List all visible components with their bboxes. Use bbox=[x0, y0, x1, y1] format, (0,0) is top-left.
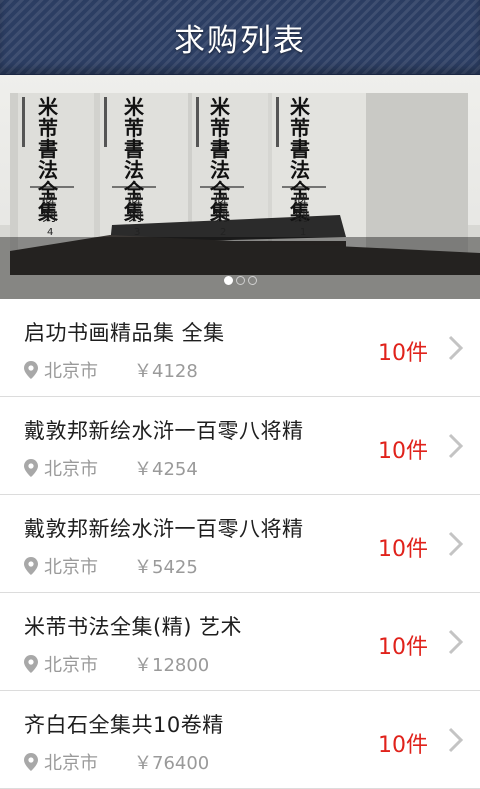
book3-subtitle: 碑刻 bbox=[128, 193, 142, 225]
carousel-dot-2[interactable] bbox=[235, 276, 245, 285]
item-title: 戴敦邦新绘水浒一百零八将精 bbox=[24, 517, 304, 541]
book2-subtitle: 碑刻 bbox=[214, 193, 228, 225]
item-price: ￥76400 bbox=[134, 753, 210, 774]
chevron-right-icon bbox=[448, 335, 464, 361]
location-pin-icon bbox=[24, 753, 38, 771]
item-quantity: 10件 bbox=[378, 733, 428, 758]
item-location: 北京市 bbox=[44, 459, 98, 480]
chevron-right-icon bbox=[448, 629, 464, 655]
item-meta: 北京市 ￥5425 bbox=[24, 553, 198, 579]
item-meta: 北京市 ￥4254 bbox=[24, 455, 198, 481]
item-location: 北京市 bbox=[44, 361, 98, 382]
location-pin-icon bbox=[24, 459, 38, 477]
banner-overlay bbox=[0, 237, 480, 299]
list-item[interactable]: 启功书画精品集 全集 北京市 ￥4128 10件 bbox=[0, 299, 480, 397]
header-bar: 求购列表 bbox=[0, 0, 480, 75]
location-pin-icon bbox=[24, 557, 38, 575]
chevron-right-icon bbox=[448, 433, 464, 459]
item-quantity: 10件 bbox=[378, 635, 428, 660]
carousel-dot-1[interactable] bbox=[223, 276, 233, 285]
item-quantity: 10件 bbox=[378, 439, 428, 464]
item-meta: 北京市 ￥4128 bbox=[24, 357, 198, 383]
item-quantity: 10件 bbox=[378, 341, 428, 366]
item-title: 米芾书法全集(精) 艺术 bbox=[24, 615, 243, 639]
item-location: 北京市 bbox=[44, 655, 98, 676]
chevron-right-icon bbox=[448, 727, 464, 753]
request-list: 启功书画精品集 全集 北京市 ￥4128 10件 戴敦邦新绘水浒一百零八将精 北… bbox=[0, 299, 480, 789]
page-title: 求购列表 bbox=[174, 22, 306, 59]
carousel-indicator bbox=[0, 276, 480, 285]
list-item[interactable]: 米芾书法全集(精) 艺术 北京市 ￥12800 10件 bbox=[0, 593, 480, 691]
location-pin-icon bbox=[24, 655, 38, 673]
item-location: 北京市 bbox=[44, 557, 98, 578]
item-title: 戴敦邦新绘水浒一百零八将精 bbox=[24, 419, 304, 443]
item-price: ￥4128 bbox=[134, 361, 198, 382]
book1-subtitle: 碑刻 bbox=[294, 193, 308, 225]
item-meta: 北京市 ￥76400 bbox=[24, 749, 209, 775]
item-title: 齐白石全集共10卷精 bbox=[24, 713, 224, 737]
book4-subtitle: 碑刻 bbox=[42, 193, 56, 225]
carousel-dot-3[interactable] bbox=[247, 276, 257, 285]
chevron-right-icon bbox=[448, 531, 464, 557]
location-pin-icon bbox=[24, 361, 38, 379]
item-quantity: 10件 bbox=[378, 537, 428, 562]
item-title: 启功书画精品集 全集 bbox=[24, 321, 225, 345]
banner-carousel[interactable]: 米芾書法全集 碑刻 4 米芾書法全集 碑刻 3 米芾書法全集 碑刻 2 米芾書法… bbox=[0, 75, 480, 299]
item-price: ￥5425 bbox=[134, 557, 198, 578]
list-item[interactable]: 齐白石全集共10卷精 北京市 ￥76400 10件 bbox=[0, 691, 480, 789]
item-meta: 北京市 ￥12800 bbox=[24, 651, 209, 677]
item-price: ￥4254 bbox=[134, 459, 198, 480]
item-location: 北京市 bbox=[44, 753, 98, 774]
item-price: ￥12800 bbox=[134, 655, 210, 676]
list-item[interactable]: 戴敦邦新绘水浒一百零八将精 北京市 ￥5425 10件 bbox=[0, 495, 480, 593]
list-item[interactable]: 戴敦邦新绘水浒一百零八将精 北京市 ￥4254 10件 bbox=[0, 397, 480, 495]
